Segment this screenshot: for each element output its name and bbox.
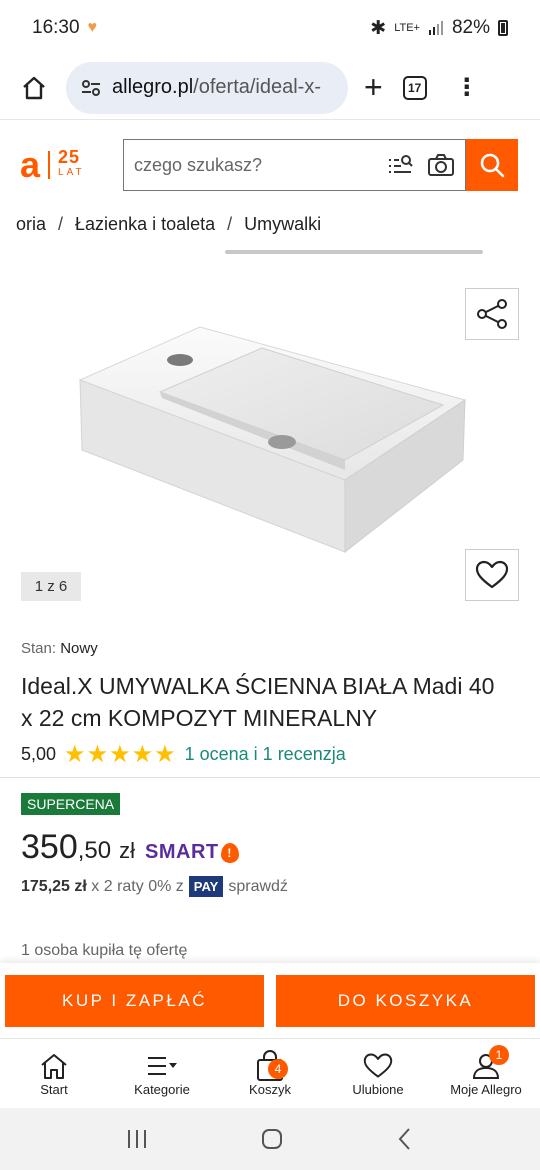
- favorite-button[interactable]: [465, 549, 519, 601]
- nav-start[interactable]: Start: [0, 1039, 108, 1108]
- smart-pin-icon: !: [220, 842, 239, 863]
- smart-label: SMART: [145, 841, 219, 863]
- installment-amount: 175,25 zł: [21, 877, 87, 895]
- back-icon[interactable]: [395, 1127, 415, 1151]
- supercena-badge: SUPERCENA: [21, 793, 121, 815]
- share-icon: [477, 299, 507, 329]
- rating-value: 5,00: [21, 744, 57, 764]
- nav-label: Koszyk: [249, 1082, 291, 1097]
- search-button[interactable]: [466, 139, 518, 191]
- purchase-count: 1 osoba kupiła tę ofertę: [21, 942, 188, 959]
- new-tab-button[interactable]: +: [364, 69, 383, 106]
- price: 350,50 zł SMART!: [21, 828, 239, 867]
- anniversary-mark: 25 LAT: [58, 147, 85, 181]
- allegro-logo[interactable]: a 25 LAT: [20, 147, 120, 183]
- action-bar: KUP I ZAPŁAĆ DO KOSZYKA: [0, 963, 540, 1038]
- browser-toolbar: allegro.pl/oferta/ideal-x- + 17 ⋮: [0, 56, 540, 120]
- breadcrumb-item[interactable]: oria: [16, 214, 46, 234]
- add-to-cart-button[interactable]: DO KOSZYKA: [276, 974, 535, 1027]
- battery-percent: 82%: [451, 17, 490, 38]
- url-bar[interactable]: allegro.pl/oferta/ideal-x-: [66, 61, 348, 114]
- home-button-icon[interactable]: [260, 1127, 284, 1151]
- heart-icon: [363, 1053, 393, 1078]
- installment-text: x 2 raty 0% z: [91, 877, 184, 895]
- battery-icon: [498, 20, 508, 36]
- home-icon: [41, 1054, 67, 1079]
- product-image[interactable]: [0, 270, 540, 620]
- product-gallery[interactable]: 1 z 6: [0, 270, 540, 620]
- nav-label: Kategorie: [134, 1082, 190, 1097]
- status-icons: ✱ LTE+ 82%: [370, 17, 508, 40]
- filter-search-icon[interactable]: [387, 152, 413, 178]
- recent-apps-icon[interactable]: [125, 1128, 149, 1150]
- nav-my-allegro[interactable]: 1 Moje Allegro: [432, 1039, 540, 1108]
- smart-badge[interactable]: SMART!: [145, 841, 239, 864]
- cart-badge: 4: [268, 1059, 288, 1079]
- search-field[interactable]: czego szukasz?: [123, 139, 466, 191]
- breadcrumb-separator: /: [58, 214, 64, 234]
- nav-categories[interactable]: Kategorie: [108, 1039, 216, 1108]
- price-decimal: ,50: [77, 837, 112, 864]
- status-time: 16:30: [32, 17, 80, 38]
- price-integer: 350: [21, 828, 78, 866]
- breadcrumb-separator: /: [227, 214, 233, 234]
- condition: Stan: Nowy: [21, 640, 98, 657]
- tab-switcher-button[interactable]: 17: [402, 75, 427, 100]
- heart-icon: [475, 560, 509, 589]
- breadcrumb-item-current[interactable]: Umywalki: [244, 214, 321, 234]
- browser-menu-icon[interactable]: ⋮: [455, 75, 479, 100]
- share-button[interactable]: [465, 288, 519, 340]
- network-type: LTE+: [394, 22, 420, 34]
- gallery-counter: 1 z 6: [21, 572, 81, 601]
- price-currency: zł: [119, 838, 135, 863]
- notification-icon: ♥: [87, 19, 98, 36]
- bottom-navigation: Start Kategorie 4 Koszyk Ulubione 1 Moje…: [0, 1038, 540, 1108]
- product-title: Ideal.X UMYWALKA ŚCIENNA BIAŁA Madi 40 x…: [21, 673, 495, 731]
- bluetooth-icon: ✱: [370, 17, 387, 39]
- anniversary-word: LAT: [58, 167, 85, 178]
- signal-icon: [428, 21, 443, 35]
- url-path: /oferta/ideal-x-: [193, 76, 322, 98]
- breadcrumb-scrollbar[interactable]: [225, 250, 483, 254]
- breadcrumb-item[interactable]: Łazienka i toaleta: [75, 214, 215, 234]
- buy-now-button[interactable]: KUP I ZAPŁAĆ: [5, 974, 264, 1027]
- menu-icon: [148, 1057, 177, 1075]
- divider: [0, 777, 540, 778]
- nav-label: Start: [40, 1082, 68, 1097]
- account-badge: 1: [489, 1045, 509, 1065]
- logo-letter: a: [20, 144, 41, 185]
- condition-value: Nowy: [60, 640, 98, 657]
- search-input[interactable]: czego szukasz?: [134, 155, 373, 176]
- search-icon: [480, 153, 505, 178]
- installments: 175,25 zł x 2 raty 0% z PAY sprawdź: [21, 876, 288, 897]
- nav-favorites[interactable]: Ulubione: [324, 1039, 432, 1108]
- status-bar: 16:30 ♥ ✱ LTE+ 82%: [0, 0, 540, 56]
- anniversary-number: 25: [58, 147, 81, 167]
- url-domain: allegro.pl: [112, 76, 194, 98]
- rating-row: 5,00 ★★★★★ 1 ocena i 1 recenzja: [21, 740, 346, 769]
- logo-separator: [48, 151, 51, 179]
- breadcrumb: oria / Łazienka i toaleta / Umywalki: [0, 214, 540, 244]
- home-icon[interactable]: [16, 70, 52, 106]
- allegro-pay-badge: PAY: [188, 876, 224, 897]
- nav-label: Moje Allegro: [450, 1082, 522, 1097]
- nav-cart[interactable]: 4 Koszyk: [216, 1039, 324, 1108]
- nav-label: Ulubione: [352, 1082, 404, 1097]
- rating-link[interactable]: 1 ocena i 1 recenzja: [185, 744, 346, 765]
- installment-check-link[interactable]: sprawdź: [228, 878, 288, 896]
- system-navigation: [0, 1108, 540, 1170]
- site-settings-icon[interactable]: [80, 77, 102, 99]
- rating-stars-icon: ★★★★★: [64, 741, 177, 768]
- camera-icon[interactable]: [427, 152, 455, 178]
- site-header: a 25 LAT czego szukasz?: [20, 138, 520, 192]
- condition-label: Stan:: [21, 640, 57, 657]
